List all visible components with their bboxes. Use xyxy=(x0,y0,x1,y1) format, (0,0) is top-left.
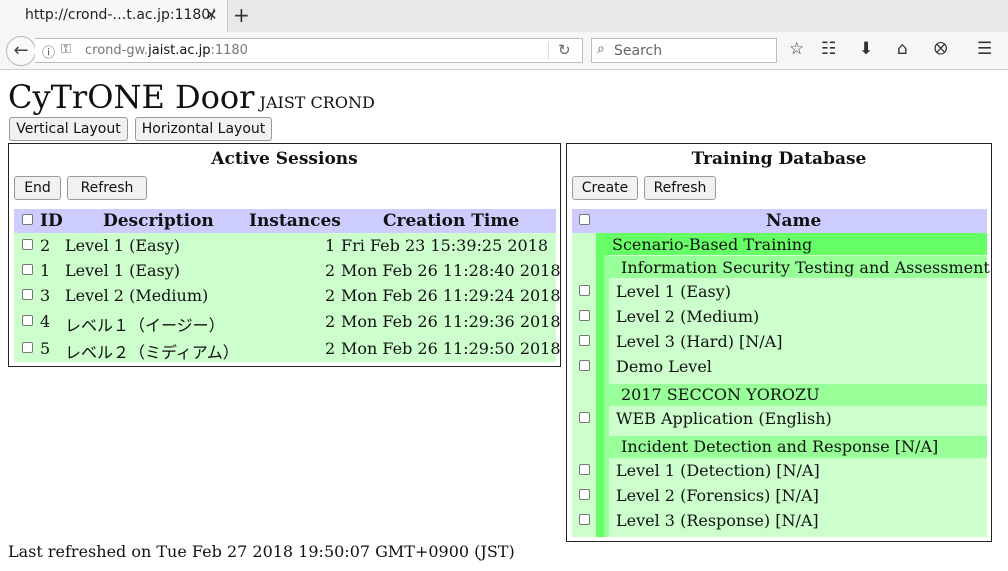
group-label: Information Security Testing and Assessm… xyxy=(621,258,990,277)
session-creation-time: Mon Feb 26 11:28:40 2018 xyxy=(341,261,561,280)
info-icon[interactable]: ⓘ xyxy=(42,42,55,61)
tab-bar: http://crond-…t.ac.jp:1180/ ✕ + xyxy=(0,0,1008,32)
training-checkbox[interactable] xyxy=(579,335,590,346)
session-instances: 2 xyxy=(325,312,336,331)
tree-guide-level1 xyxy=(596,233,604,537)
training-item-label: Level 1 (Easy) xyxy=(616,282,732,301)
session-creation-time: Fri Feb 23 15:39:25 2018 xyxy=(341,236,549,255)
session-id: 4 xyxy=(40,312,51,331)
session-instances: 2 xyxy=(325,339,336,358)
training-database-title: Training Database xyxy=(691,149,867,169)
training-item-label: Demo Level xyxy=(616,357,712,376)
url-text[interactable]: crond-gw.jaist.ac.jp:1180 xyxy=(85,43,248,58)
search-input[interactable] xyxy=(614,41,772,60)
header-id: ID xyxy=(40,211,63,231)
session-instances: 1 xyxy=(325,236,336,255)
key-icon[interactable]: ⚿ xyxy=(61,42,71,57)
session-description: Level 1 (Easy) xyxy=(65,236,181,255)
url-host: jaist.ac.jp xyxy=(148,43,211,58)
url-separator xyxy=(548,42,549,60)
home-icon[interactable]: ⌂ xyxy=(897,39,908,59)
active-sessions-title: Active Sessions xyxy=(211,149,358,169)
header-description: Description xyxy=(103,211,214,231)
back-arrow-icon[interactable]: ← xyxy=(6,36,36,66)
horizontal-layout-button[interactable]: Horizontal Layout xyxy=(135,117,272,141)
training-checkbox[interactable] xyxy=(579,514,590,525)
session-checkbox[interactable] xyxy=(22,239,33,250)
training-database-panel: Training Database Create Refresh Name Sc… xyxy=(566,143,992,542)
close-tab-icon[interactable]: ✕ xyxy=(205,6,218,24)
session-description: Level 1 (Easy) xyxy=(65,261,181,280)
session-instances: 2 xyxy=(325,261,336,280)
category-label: Scenario-Based Training xyxy=(612,235,813,254)
reader-list-icon[interactable]: ☷ xyxy=(821,39,836,59)
session-checkbox[interactable] xyxy=(22,342,33,353)
page-title: CyTrONE Door JAIST CROND xyxy=(8,78,375,116)
training-item-label: Level 1 (Detection) [N/A] xyxy=(616,461,820,480)
session-id: 3 xyxy=(40,286,51,305)
page-title-main: CyTrONE Door xyxy=(8,78,255,116)
vertical-layout-button[interactable]: Vertical Layout xyxy=(9,117,128,141)
navigation-bar: ← ⓘ ⚿ crond-gw.jaist.ac.jp:1180 ↻ ⌕ ☆ ☷ … xyxy=(0,32,1008,70)
search-icon: ⌕ xyxy=(597,41,605,57)
reload-icon[interactable]: ↻ xyxy=(558,41,571,59)
search-box[interactable]: ⌕ xyxy=(591,38,777,63)
session-checkbox[interactable] xyxy=(22,289,33,300)
new-tab-icon[interactable]: + xyxy=(233,3,250,27)
url-port: :1180 xyxy=(210,43,248,58)
refresh-sessions-button[interactable]: Refresh xyxy=(67,176,147,200)
training-item-label: Level 3 (Response) [N/A] xyxy=(616,511,819,530)
session-checkbox[interactable] xyxy=(22,315,33,326)
tab-title: http://crond-…t.ac.jp:1180/ xyxy=(25,7,215,23)
active-sessions-panel: Active Sessions End Refresh ID Descripti… xyxy=(8,143,561,367)
training-checkbox[interactable] xyxy=(579,285,590,296)
header-name: Name xyxy=(766,211,822,231)
session-creation-time: Mon Feb 26 11:29:24 2018 xyxy=(341,286,561,305)
session-id: 1 xyxy=(40,261,51,280)
pocket-icon[interactable]: ⭙ xyxy=(934,39,947,59)
session-id: 5 xyxy=(40,339,51,358)
download-icon[interactable]: ⬇ xyxy=(859,39,873,59)
hamburger-menu-icon[interactable]: ☰ xyxy=(977,39,992,59)
session-description: Level 2 (Medium) xyxy=(65,286,209,305)
session-description: レベル２（ミディアム） xyxy=(65,343,239,362)
create-session-button[interactable]: Create xyxy=(572,176,638,200)
session-instances: 2 xyxy=(325,286,336,305)
page-subtitle: JAIST CROND xyxy=(259,93,375,112)
training-checkbox[interactable] xyxy=(579,464,590,475)
training-checkbox[interactable] xyxy=(579,360,590,371)
url-bar[interactable]: ⓘ ⚿ crond-gw.jaist.ac.jp:1180 ↻ xyxy=(35,38,583,63)
training-checkbox[interactable] xyxy=(579,412,590,423)
sessions-table-header: ID Description Instances Creation Time xyxy=(14,209,556,233)
last-refreshed-status: Last refreshed on Tue Feb 27 2018 19:50:… xyxy=(8,542,515,561)
url-host-prefix: crond-gw. xyxy=(85,43,149,58)
browser-tab[interactable]: http://crond-…t.ac.jp:1180/ ✕ xyxy=(0,0,228,32)
header-creation-time: Creation Time xyxy=(383,211,520,231)
session-creation-time: Mon Feb 26 11:29:50 2018 xyxy=(341,339,561,358)
training-table-header: Name xyxy=(572,209,987,233)
select-all-sessions-checkbox[interactable] xyxy=(22,214,33,225)
training-checkbox[interactable] xyxy=(579,310,590,321)
training-item-label: Level 2 (Medium) xyxy=(616,307,760,326)
bookmark-star-icon[interactable]: ☆ xyxy=(789,39,804,59)
session-creation-time: Mon Feb 26 11:29:36 2018 xyxy=(341,312,561,331)
select-all-training-checkbox[interactable] xyxy=(579,214,590,225)
group-label: 2017 SECCON YOROZU xyxy=(621,385,820,404)
training-item-label: WEB Application (English) xyxy=(616,409,832,428)
group-label: Incident Detection and Response [N/A] xyxy=(621,437,939,456)
session-description: レベル１（イージー） xyxy=(65,316,225,335)
end-session-button[interactable]: End xyxy=(14,176,61,200)
training-item-label: Level 3 (Hard) [N/A] xyxy=(616,332,783,351)
session-checkbox[interactable] xyxy=(22,264,33,275)
session-id: 2 xyxy=(40,236,51,255)
training-checkbox[interactable] xyxy=(579,489,590,500)
header-instances: Instances xyxy=(249,211,341,231)
training-item-label: Level 2 (Forensics) [N/A] xyxy=(616,486,819,505)
refresh-training-button[interactable]: Refresh xyxy=(644,176,716,200)
